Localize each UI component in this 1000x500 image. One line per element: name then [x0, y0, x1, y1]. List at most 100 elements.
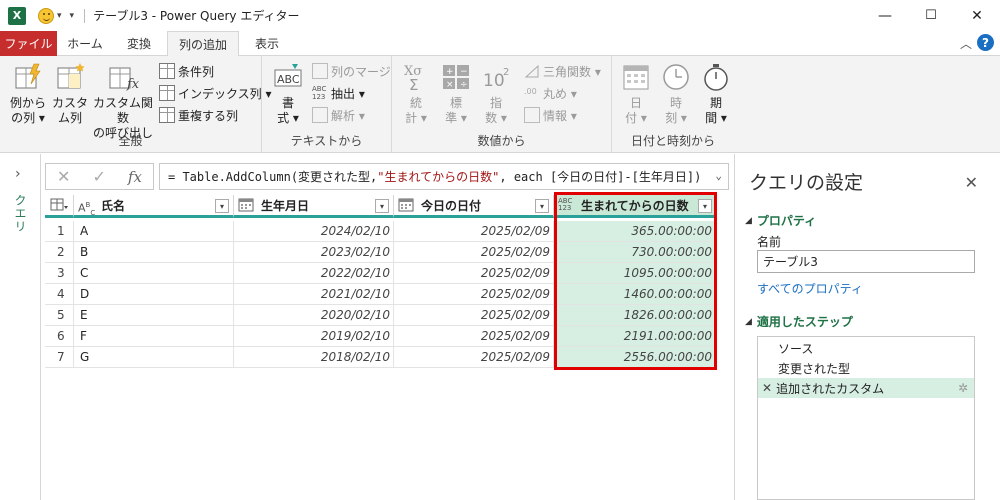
cell-name[interactable]: G: [74, 347, 234, 368]
tab-add-column[interactable]: 列の追加: [167, 31, 239, 57]
queries-pane-label[interactable]: クエリ: [12, 194, 29, 233]
tab-transform[interactable]: 変換: [113, 31, 165, 56]
queries-pane-collapsed[interactable]: › クエリ: [0, 154, 41, 500]
cell-name[interactable]: D: [74, 284, 234, 305]
cell-today[interactable]: 2025/02/09: [394, 326, 554, 347]
quick-access-icon[interactable]: ▾: [70, 11, 75, 21]
cell-days-since-birth[interactable]: 2556.00:00:00: [554, 347, 717, 368]
tab-home[interactable]: ホーム: [60, 31, 110, 56]
row-number[interactable]: 4: [45, 284, 74, 305]
date-type-icon[interactable]: [238, 198, 256, 212]
cell-name[interactable]: C: [74, 263, 234, 284]
close-button[interactable]: ✕: [954, 0, 1000, 31]
query-name-input[interactable]: テーブル3: [757, 250, 975, 273]
filter-dropdown-icon[interactable]: ▾: [698, 199, 712, 213]
column-header-name[interactable]: ABC 氏名 ▾: [74, 195, 234, 218]
maximize-button[interactable]: ☐: [908, 0, 954, 31]
time-button[interactable]: 時 刻 ▾: [660, 62, 692, 126]
cell-birthdate[interactable]: 2023/02/10: [234, 242, 394, 263]
collapse-ribbon-icon[interactable]: ︿: [960, 35, 972, 52]
row-number[interactable]: 2: [45, 242, 74, 263]
row-number[interactable]: 7: [45, 347, 74, 368]
cell-name[interactable]: B: [74, 242, 234, 263]
cell-days-since-birth[interactable]: 1095.00:00:00: [554, 263, 717, 284]
row-number[interactable]: 1: [45, 221, 74, 242]
expand-queries-chevron-icon[interactable]: ›: [15, 166, 21, 182]
date-type-icon[interactable]: [398, 198, 416, 212]
column-header-today[interactable]: 今日の日付 ▾: [394, 195, 554, 218]
cell-today[interactable]: 2025/02/09: [394, 347, 554, 368]
column-header-days-since-birth[interactable]: ABC 123 生まれてからの日数 ▾: [554, 195, 717, 218]
cell-today[interactable]: 2025/02/09: [394, 305, 554, 326]
format-button[interactable]: ABC 書 式 ▾: [270, 62, 306, 126]
row-number[interactable]: 5: [45, 305, 74, 326]
row-number[interactable]: 6: [45, 326, 74, 347]
applied-steps-section-header[interactable]: ◢ 適用したステップ: [745, 313, 853, 330]
cell-birthdate[interactable]: 2019/02/10: [234, 326, 394, 347]
cell-name[interactable]: A: [74, 221, 234, 242]
row-number[interactable]: 3: [45, 263, 74, 284]
customize-toolbar-chevron-icon[interactable]: ▾: [57, 11, 62, 21]
standard-button[interactable]: + − × ÷ 標 準 ▾: [440, 62, 472, 126]
cell-days-since-birth[interactable]: 1826.00:00:00: [554, 305, 717, 326]
formula-input[interactable]: = Table.AddColumn(変更された型, "生まれてからの日数" , …: [159, 163, 729, 190]
extract-button[interactable]: ABC 123 抽出 ▾: [312, 83, 365, 103]
cell-days-since-birth[interactable]: 365.00:00:00: [554, 221, 717, 242]
cell-birthdate[interactable]: 2021/02/10: [234, 284, 394, 305]
date-button[interactable]: 日 付 ▾: [620, 62, 652, 126]
duration-button[interactable]: 期 間 ▾: [700, 62, 732, 126]
confirm-formula-icon[interactable]: ✓: [92, 167, 105, 186]
filter-dropdown-icon[interactable]: ▾: [215, 199, 229, 213]
tab-view[interactable]: 表示: [242, 31, 292, 56]
duplicate-column-button[interactable]: 重複する列: [159, 105, 238, 125]
step-source[interactable]: ソース: [758, 338, 974, 358]
close-settings-icon[interactable]: ✕: [965, 173, 978, 192]
cell-today[interactable]: 2025/02/09: [394, 242, 554, 263]
cell-name[interactable]: E: [74, 305, 234, 326]
cell-birthdate[interactable]: 2022/02/10: [234, 263, 394, 284]
cancel-formula-icon[interactable]: ✕: [57, 167, 70, 186]
custom-column-button[interactable]: カスタ ム列: [52, 62, 88, 126]
cell-name[interactable]: F: [74, 326, 234, 347]
tab-file[interactable]: ファイル: [0, 31, 57, 56]
cell-today[interactable]: 2025/02/09: [394, 284, 554, 305]
help-icon[interactable]: ?: [977, 34, 994, 51]
column-from-examples-button[interactable]: 例から の列 ▾: [6, 62, 50, 126]
text-type-icon[interactable]: ABC: [78, 198, 96, 217]
cell-birthdate[interactable]: 2020/02/10: [234, 305, 394, 326]
delete-step-icon[interactable]: ✕: [762, 381, 772, 395]
column-header-birthdate[interactable]: 生年月日 ▾: [234, 195, 394, 218]
insert-function-icon[interactable]: fx: [128, 168, 142, 186]
any-type-icon[interactable]: ABC 123: [558, 198, 576, 212]
collapse-triangle-icon[interactable]: ◢: [745, 317, 752, 327]
smiley-feedback-icon[interactable]: [38, 7, 54, 24]
trigonometry-button[interactable]: 三角関数 ▾: [524, 61, 601, 81]
table-menu-button[interactable]: [45, 195, 74, 218]
minimize-button[interactable]: —: [862, 0, 908, 31]
filter-dropdown-icon[interactable]: ▾: [375, 199, 389, 213]
cell-days-since-birth[interactable]: 730.00:00:00: [554, 242, 717, 263]
rounding-button[interactable]: .00 丸め ▾: [524, 83, 577, 103]
scientific-button[interactable]: 10 2 指 数 ▾: [480, 62, 512, 126]
conditional-column-button[interactable]: 条件列: [159, 61, 214, 81]
parse-button[interactable]: 解析 ▾: [312, 105, 365, 125]
properties-section-header[interactable]: ◢ プロパティ: [745, 212, 816, 229]
step-changed-type[interactable]: 変更された型: [758, 358, 974, 378]
filter-dropdown-icon[interactable]: ▾: [535, 199, 549, 213]
cell-birthdate[interactable]: 2018/02/10: [234, 347, 394, 368]
index-column-button[interactable]: インデックス列 ▾: [159, 83, 271, 103]
merge-columns-button[interactable]: 列のマージ: [312, 61, 391, 81]
cell-today[interactable]: 2025/02/09: [394, 263, 554, 284]
information-button[interactable]: 情報 ▾: [524, 105, 577, 125]
cell-days-since-birth[interactable]: 1460.00:00:00: [554, 284, 717, 305]
cell-birthdate[interactable]: 2024/02/10: [234, 221, 394, 242]
collapse-triangle-icon[interactable]: ◢: [745, 216, 752, 226]
cell-days-since-birth[interactable]: 2191.00:00:00: [554, 326, 717, 347]
step-added-custom[interactable]: ✕ 追加されたカスタム ✲: [758, 378, 974, 398]
expand-formula-chevron-icon[interactable]: ⌄: [715, 169, 722, 182]
cell-today[interactable]: 2025/02/09: [394, 221, 554, 242]
statistics-button[interactable]: Xσ Σ 統 計 ▾: [400, 62, 432, 126]
invoke-custom-function-button[interactable]: fx カスタム関数 の呼び出し: [90, 62, 156, 141]
step-settings-gear-icon[interactable]: ✲: [958, 381, 968, 395]
all-properties-link[interactable]: すべてのプロパティ: [757, 280, 863, 297]
